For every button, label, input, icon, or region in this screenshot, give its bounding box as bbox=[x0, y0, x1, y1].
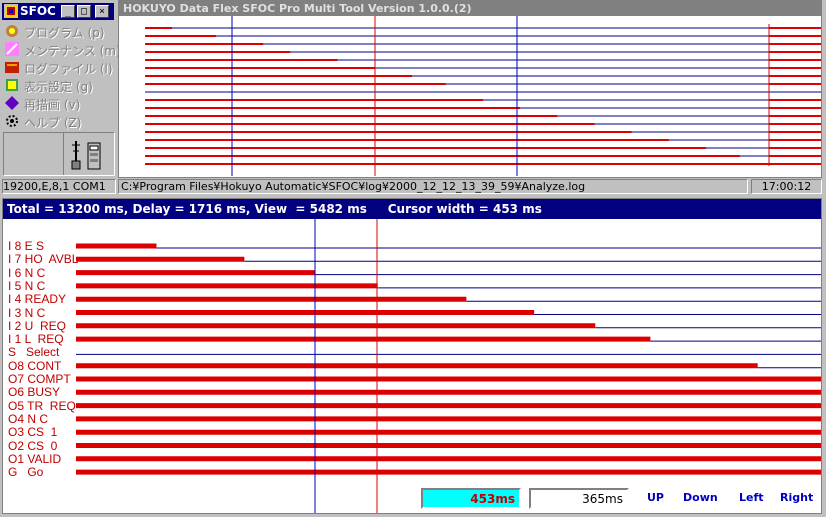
menu-item-logfile[interactable]: ログファイル (l) bbox=[2, 58, 114, 76]
detail-info-bar: Total = 13200 ms, Delay = 1716 ms, View … bbox=[3, 199, 821, 219]
signal-label: O5 TR REQ bbox=[8, 398, 76, 413]
signal-label: I 3 N C bbox=[8, 305, 46, 320]
menu-item-label: 表示設定 (g) bbox=[24, 80, 93, 94]
minimize-button[interactable]: _ bbox=[61, 5, 75, 18]
menu-item-maintenance[interactable]: メンテナンス (m) bbox=[2, 40, 121, 58]
signal-label: I 8 E S bbox=[8, 239, 45, 253]
menu-item-label: メンテナンス (m) bbox=[24, 44, 121, 58]
signal-label: I 2 U REQ bbox=[8, 318, 67, 333]
close-button[interactable]: × bbox=[95, 5, 109, 18]
menu-item-redraw[interactable]: 再描画 (v) bbox=[2, 94, 114, 112]
signal-label: G Go bbox=[8, 465, 44, 480]
signal-label: I 5 N C bbox=[8, 278, 46, 293]
comm-settings-status: 19200,E,8,1 COM1 bbox=[2, 179, 116, 194]
left-button[interactable]: Left bbox=[739, 491, 764, 504]
menu-item-label: ヘルプ (Z) bbox=[24, 116, 82, 130]
help-icon bbox=[4, 113, 20, 129]
maintenance-icon bbox=[4, 41, 20, 57]
cursor-width-value: 453ms bbox=[470, 492, 515, 506]
signal-label: O6 BUSY bbox=[8, 385, 61, 400]
redraw-icon bbox=[4, 95, 20, 111]
signal-label: I 6 N C bbox=[8, 265, 46, 280]
signal-label: O1 VALID bbox=[8, 451, 62, 466]
up-button[interactable]: UP bbox=[647, 491, 664, 504]
step-input[interactable]: 365ms bbox=[529, 488, 629, 509]
signal-label: O4 N C bbox=[8, 411, 49, 426]
step-input-value: 365ms bbox=[582, 492, 623, 506]
menu-item-label: 再描画 (v) bbox=[24, 98, 81, 112]
connection-divider bbox=[63, 133, 64, 175]
detail-waveform[interactable] bbox=[3, 219, 821, 513]
main-titlebar[interactable]: HOKUYO Data Flex SFOC Pro Multi Tool Ver… bbox=[119, 1, 821, 16]
clock-status: 17:00:12 bbox=[751, 179, 822, 194]
signal-label: O7 COMPT bbox=[8, 372, 71, 386]
maximize-button[interactable]: □ bbox=[77, 5, 91, 18]
signal-label: O8 CONT bbox=[8, 358, 62, 373]
menu-item-program[interactable]: プログラム (p) bbox=[2, 22, 114, 40]
sfoc-window-title: SFOC bbox=[20, 4, 56, 18]
signal-label: S Select bbox=[8, 345, 60, 360]
down-button[interactable]: Down bbox=[683, 491, 718, 504]
signal-label: I 4 READY bbox=[8, 292, 67, 307]
right-button[interactable]: Right bbox=[780, 491, 813, 504]
log-file-path: C:¥Program Files¥Hokuyo Automatic¥SFOC¥l… bbox=[118, 179, 748, 194]
timing-info: Total = 13200 ms, Delay = 1716 ms, View … bbox=[7, 202, 542, 216]
signal-label: O2 CS 0 bbox=[8, 438, 58, 453]
program-icon bbox=[4, 23, 20, 39]
cursor-width-display: 453ms bbox=[421, 488, 521, 509]
menu-item-label: プログラム (p) bbox=[24, 26, 105, 40]
sfoc-app-icon bbox=[4, 4, 18, 18]
signal-label: O3 CS 1 bbox=[8, 425, 58, 440]
overview-waveform[interactable] bbox=[119, 16, 821, 176]
menu-item-help[interactable]: ヘルプ (Z) bbox=[2, 112, 114, 130]
signal-label: I 1 L REQ bbox=[8, 332, 64, 347]
sfoc-titlebar[interactable]: SFOC _ □ × bbox=[2, 3, 114, 20]
menu-item-label: ログファイル (l) bbox=[24, 62, 113, 76]
display-settings-icon bbox=[4, 77, 20, 93]
main-window-title: HOKUYO Data Flex SFOC Pro Multi Tool Ver… bbox=[123, 2, 472, 15]
logfile-icon bbox=[4, 59, 20, 75]
menu-item-display-settings[interactable]: 表示設定 (g) bbox=[2, 76, 114, 94]
signal-label: I 7 HO AVBL bbox=[8, 252, 79, 267]
